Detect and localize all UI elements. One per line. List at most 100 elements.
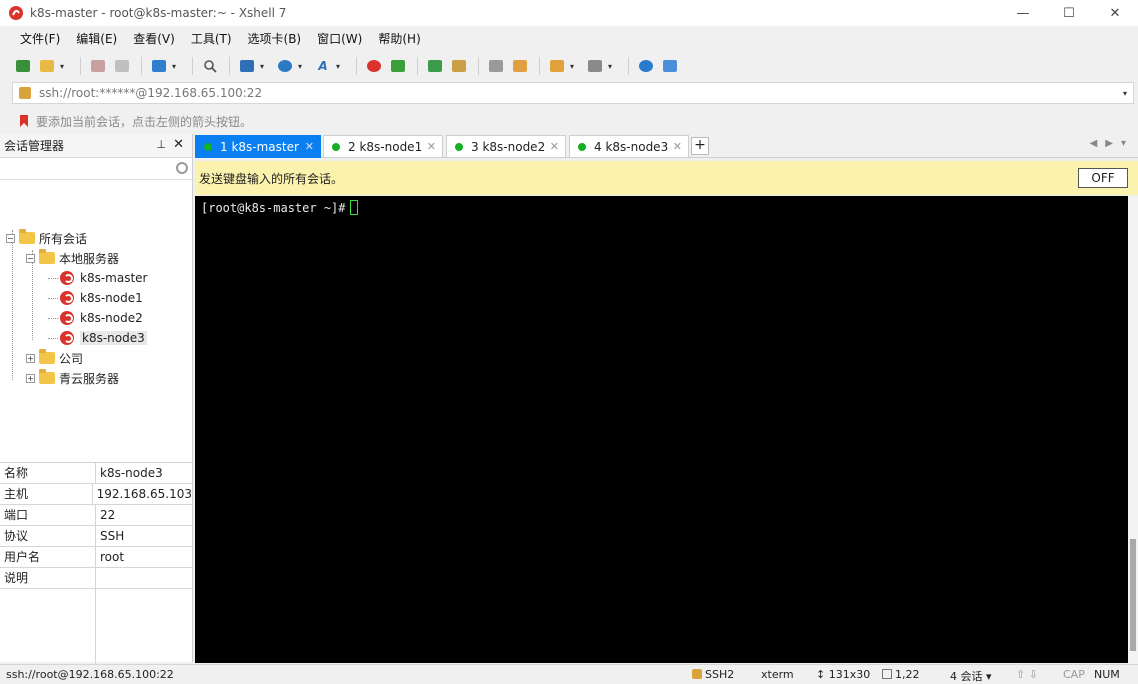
highlight-icon[interactable]	[509, 55, 531, 77]
tree-item-qingcloud[interactable]: + 青云服务器	[26, 368, 119, 388]
expand-icon[interactable]: +	[26, 353, 35, 363]
xftp-icon[interactable]	[387, 55, 409, 77]
fullscreen-icon[interactable]	[424, 55, 446, 77]
tab-k8s-master[interactable]: 1 k8s-master ✕	[195, 135, 321, 158]
help-icon[interactable]	[635, 55, 657, 77]
prop-key: 主机	[0, 484, 93, 504]
tab-close-icon[interactable]: ✕	[673, 140, 682, 153]
address-bar[interactable]: ssh://root:******@192.168.65.100:22 ▾	[12, 82, 1134, 104]
disconnect-icon[interactable]	[87, 55, 109, 77]
tree-item-all-sessions[interactable]: − 所有会话	[6, 228, 87, 248]
lock-icon[interactable]	[448, 55, 470, 77]
properties-dropdown-icon[interactable]: ▾	[172, 62, 180, 71]
collapse-icon[interactable]: −	[6, 233, 15, 243]
menu-bar: 文件(F) 编辑(E) 查看(V) 工具(T) 选项卡(B) 窗口(W) 帮助(…	[0, 28, 1138, 50]
new-session-icon[interactable]	[12, 55, 34, 77]
scroll-arrows-icon[interactable]: ⇧ ⇩	[1016, 668, 1038, 681]
keyboard-icon[interactable]	[485, 55, 507, 77]
maximize-button[interactable]: ☐	[1046, 0, 1092, 26]
properties-icon[interactable]	[148, 55, 170, 77]
session-search-input[interactable]	[0, 158, 192, 180]
address-dropdown-icon[interactable]: ▾	[1123, 89, 1127, 98]
globe-icon[interactable]	[274, 55, 296, 77]
address-input[interactable]: ssh://root:******@192.168.65.100:22	[39, 86, 262, 100]
tab-k8s-node1[interactable]: 2 k8s-node1 ✕	[323, 135, 443, 158]
tree-item-k8s-node2[interactable]: k8s-node2	[48, 308, 143, 328]
font-icon[interactable]: A	[312, 55, 334, 77]
send-keys-toggle-button[interactable]: OFF	[1078, 168, 1128, 188]
transfer-icon[interactable]	[236, 55, 258, 77]
session-manager-title: 会话管理器	[4, 139, 65, 153]
tab-k8s-node2[interactable]: 3 k8s-node2 ✕	[446, 135, 566, 158]
terminal-scrollbar[interactable]	[1128, 196, 1138, 663]
tree-label: 本地服务器	[59, 251, 120, 266]
tab-k8s-node3[interactable]: 4 k8s-node3 ✕	[569, 135, 689, 158]
folder-icon	[39, 369, 55, 384]
minimize-button[interactable]: —	[1000, 0, 1046, 26]
status-connection: ssh://root@192.168.65.100:22	[6, 668, 174, 681]
open-folder-icon[interactable]	[36, 55, 58, 77]
transfer-dropdown-icon[interactable]: ▾	[260, 62, 268, 71]
add-session-icon[interactable]	[546, 55, 568, 77]
prop-row: 名称 k8s-node3	[0, 463, 192, 484]
sessions-dropdown-icon[interactable]: ▾	[986, 670, 992, 683]
tree-label: k8s-node1	[80, 291, 143, 305]
resize-icon: ↕	[816, 668, 826, 681]
terminal-cursor	[349, 200, 358, 215]
reconnect-icon[interactable]	[111, 55, 133, 77]
session-tree: − 所有会话 − 本地服务器 k8s-master k8s-node1 k8s-…	[0, 180, 192, 460]
menu-file[interactable]: 文件(F)	[12, 28, 68, 50]
menu-help[interactable]: 帮助(H)	[370, 28, 428, 50]
new-tab-button[interactable]: +	[691, 137, 709, 155]
menu-tools[interactable]: 工具(T)	[183, 28, 240, 50]
status-sessions[interactable]: 4 会话 ▾	[950, 668, 992, 684]
menu-edit[interactable]: 编辑(E)	[68, 28, 125, 50]
find-icon[interactable]	[199, 55, 221, 77]
search-icon[interactable]	[176, 162, 188, 174]
add-session-dropdown-icon[interactable]: ▾	[570, 62, 578, 71]
chat-icon[interactable]	[659, 55, 681, 77]
layout-icon[interactable]	[584, 55, 606, 77]
globe-dropdown-icon[interactable]: ▾	[298, 62, 306, 71]
session-manager-header: 会话管理器 ⊥ ✕	[0, 134, 192, 158]
add-session-arrow-icon[interactable]	[18, 114, 30, 128]
tree-item-k8s-node3[interactable]: k8s-node3	[48, 328, 147, 348]
status-num: NUM	[1094, 668, 1120, 681]
session-manager-close-icon[interactable]: ✕	[173, 137, 184, 152]
prop-key: 端口	[0, 505, 96, 525]
tab-close-icon[interactable]: ✕	[305, 140, 314, 153]
tree-item-k8s-master[interactable]: k8s-master	[48, 268, 147, 288]
layout-dropdown-icon[interactable]: ▾	[608, 62, 616, 71]
tree-item-k8s-node1[interactable]: k8s-node1	[48, 288, 143, 308]
font-dropdown-icon[interactable]: ▾	[336, 62, 344, 71]
ssh-lock-icon	[692, 669, 702, 679]
connected-status-icon	[455, 142, 463, 151]
title-bar: k8s-master - root@k8s-master:~ - Xshell …	[0, 0, 1138, 26]
tab-close-icon[interactable]: ✕	[550, 140, 559, 153]
tree-label: 所有会话	[39, 231, 88, 246]
close-button[interactable]: ✕	[1092, 0, 1138, 26]
terminal-line: [root@k8s-master ~]#	[201, 200, 358, 215]
open-dropdown-icon[interactable]: ▾	[60, 62, 68, 71]
tab-close-icon[interactable]: ✕	[427, 140, 436, 153]
session-properties: 名称 k8s-node3 主机 192.168.65.103 端口 22 协议 …	[0, 462, 192, 665]
pin-icon[interactable]: ⊥	[156, 138, 166, 151]
xshell-logo-icon	[9, 6, 23, 20]
window-title: k8s-master - root@k8s-master:~ - Xshell …	[30, 6, 287, 20]
terminal-area[interactable]: [root@k8s-master ~]#	[195, 196, 1128, 663]
expand-icon[interactable]: +	[26, 373, 35, 383]
prop-value: 22	[100, 508, 116, 522]
collapse-icon[interactable]: −	[26, 253, 35, 263]
prop-row: 协议 SSH	[0, 526, 192, 547]
prop-value: k8s-node3	[100, 466, 163, 480]
tab-label: 1 k8s-master	[220, 139, 299, 154]
menu-window[interactable]: 窗口(W)	[309, 28, 370, 50]
tree-item-company[interactable]: + 公司	[26, 348, 83, 368]
menu-view[interactable]: 查看(V)	[125, 28, 183, 50]
menu-tab[interactable]: 选项卡(B)	[240, 28, 310, 50]
xshell-icon[interactable]	[363, 55, 385, 77]
scrollbar-thumb[interactable]	[1130, 539, 1136, 651]
tree-label: k8s-node2	[80, 311, 143, 325]
tree-item-local-servers[interactable]: − 本地服务器	[26, 248, 119, 268]
tab-scroll-arrows-icon[interactable]: ◀▶▾	[1090, 138, 1134, 149]
